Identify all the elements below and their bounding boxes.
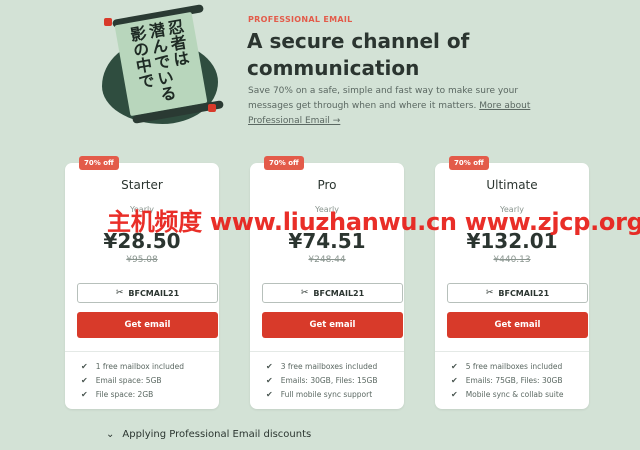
rod-cap xyxy=(208,104,216,112)
scissors-icon: ✂ xyxy=(485,288,494,298)
feature-text: Emails: 30GB, Files: 15GB xyxy=(280,375,378,385)
original-price: ¥440.13 xyxy=(493,255,531,265)
feature-text: Emails: 75GB, Files: 30GB xyxy=(465,375,563,385)
page-title-line: communication xyxy=(247,56,420,80)
feature-text: Mobile sync & collab suite xyxy=(465,389,564,399)
discount-badge: 70% off xyxy=(449,156,489,170)
plan-card-ultimate: 70% off Ultimate Yearly ¥132.01 ¥440.13 … xyxy=(435,156,589,409)
original-price: ¥95.08 xyxy=(126,255,158,265)
scroll-banner: 忍者は 潜んでいる 影の中で xyxy=(114,11,208,117)
page-title-line: A secure channel of xyxy=(247,29,470,53)
feature-text: 3 free mailboxes included xyxy=(280,361,378,371)
get-email-button[interactable]: Get email xyxy=(447,312,588,338)
feature-list: ✔ 5 free mailboxes included ✔ Emails: 75GB… xyxy=(451,359,563,401)
feature-item: ✔ Emails: 30GB, Files: 15GB xyxy=(266,373,377,387)
coupon-code: BFCMAIL21 xyxy=(128,288,180,298)
divider xyxy=(250,351,404,352)
feature-item: ✔ 3 free mailboxes included xyxy=(266,359,377,373)
feature-text: 1 free mailbox included xyxy=(95,361,184,371)
scissors-icon: ✂ xyxy=(300,288,309,298)
feature-text: Full mobile sync support xyxy=(280,389,373,399)
check-icon: ✔ xyxy=(451,361,458,371)
feature-item: ✔ 5 free mailboxes included xyxy=(451,359,563,373)
check-icon: ✔ xyxy=(266,361,273,371)
section-eyebrow: PROFESSIONAL EMAIL xyxy=(248,15,353,24)
plan-card-starter: 70% off Starter Yearly ¥28.50 ¥95.08 ✂ B… xyxy=(65,156,219,409)
feature-item: ✔ 1 free mailbox included xyxy=(81,359,184,373)
original-price: ¥248.44 xyxy=(308,255,346,265)
check-icon: ✔ xyxy=(451,389,458,399)
coupon-code: BFCMAIL21 xyxy=(313,288,365,298)
check-icon: ✔ xyxy=(81,389,88,399)
feature-item: ✔ Full mobile sync support xyxy=(266,387,377,401)
plan-name: Ultimate xyxy=(486,178,538,192)
coupon-code-button[interactable]: ✂ BFCMAIL21 xyxy=(77,283,218,303)
check-icon: ✔ xyxy=(451,375,458,385)
coupon-code-button[interactable]: ✂ BFCMAIL21 xyxy=(447,283,588,303)
check-icon: ✔ xyxy=(266,389,273,399)
feature-text: File space: 2GB xyxy=(95,389,154,399)
scissors-icon: ✂ xyxy=(115,288,124,298)
check-icon: ✔ xyxy=(81,361,88,371)
plan-name: Starter xyxy=(121,178,163,192)
feature-text: Email space: 5GB xyxy=(95,375,162,385)
rod-cap xyxy=(104,18,112,26)
coupon-code: BFCMAIL21 xyxy=(498,288,550,298)
get-email-button[interactable]: Get email xyxy=(262,312,403,338)
discount-badge: 70% off xyxy=(79,156,119,170)
plan-card-pro: 70% off Pro Yearly ¥74.51 ¥248.44 ✂ BFCM… xyxy=(250,156,404,409)
discounts-expander[interactable]: ⌄ Applying Professional Email discounts xyxy=(106,429,311,440)
divider xyxy=(65,351,219,352)
feature-list: ✔ 3 free mailboxes included ✔ Emails: 30GB… xyxy=(266,359,377,401)
discount-badge: 70% off xyxy=(264,156,304,170)
feature-item: ✔ Email space: 5GB xyxy=(81,373,184,387)
feature-text: 5 free mailboxes included xyxy=(465,361,563,371)
check-icon: ✔ xyxy=(81,375,88,385)
feature-list: ✔ 1 free mailbox included ✔ Email space: 5… xyxy=(81,359,184,401)
lead-text: Save 70% on a safe, simple and fast way … xyxy=(248,86,519,111)
feature-item: ✔ File space: 2GB xyxy=(81,387,184,401)
coupon-code-button[interactable]: ✂ BFCMAIL21 xyxy=(262,283,403,303)
lead-paragraph: Save 70% on a safe, simple and fast way … xyxy=(248,84,548,129)
discounts-label: Applying Professional Email discounts xyxy=(122,429,312,440)
feature-item: ✔ Mobile sync & collab suite xyxy=(451,387,563,401)
watermark: 主机频度 www.liuzhanwu.cn www.zjcp.org xyxy=(107,208,640,236)
divider xyxy=(435,351,589,352)
plan-name: Pro xyxy=(317,178,337,192)
check-icon: ✔ xyxy=(266,375,273,385)
feature-item: ✔ Emails: 75GB, Files: 30GB xyxy=(451,373,563,387)
get-email-button[interactable]: Get email xyxy=(77,312,218,338)
hero-illustration: 忍者は 潜んでいる 影の中で xyxy=(100,4,224,126)
page-title: A secure channel of communication xyxy=(247,28,547,82)
chevron-down-icon: ⌄ xyxy=(106,429,115,440)
